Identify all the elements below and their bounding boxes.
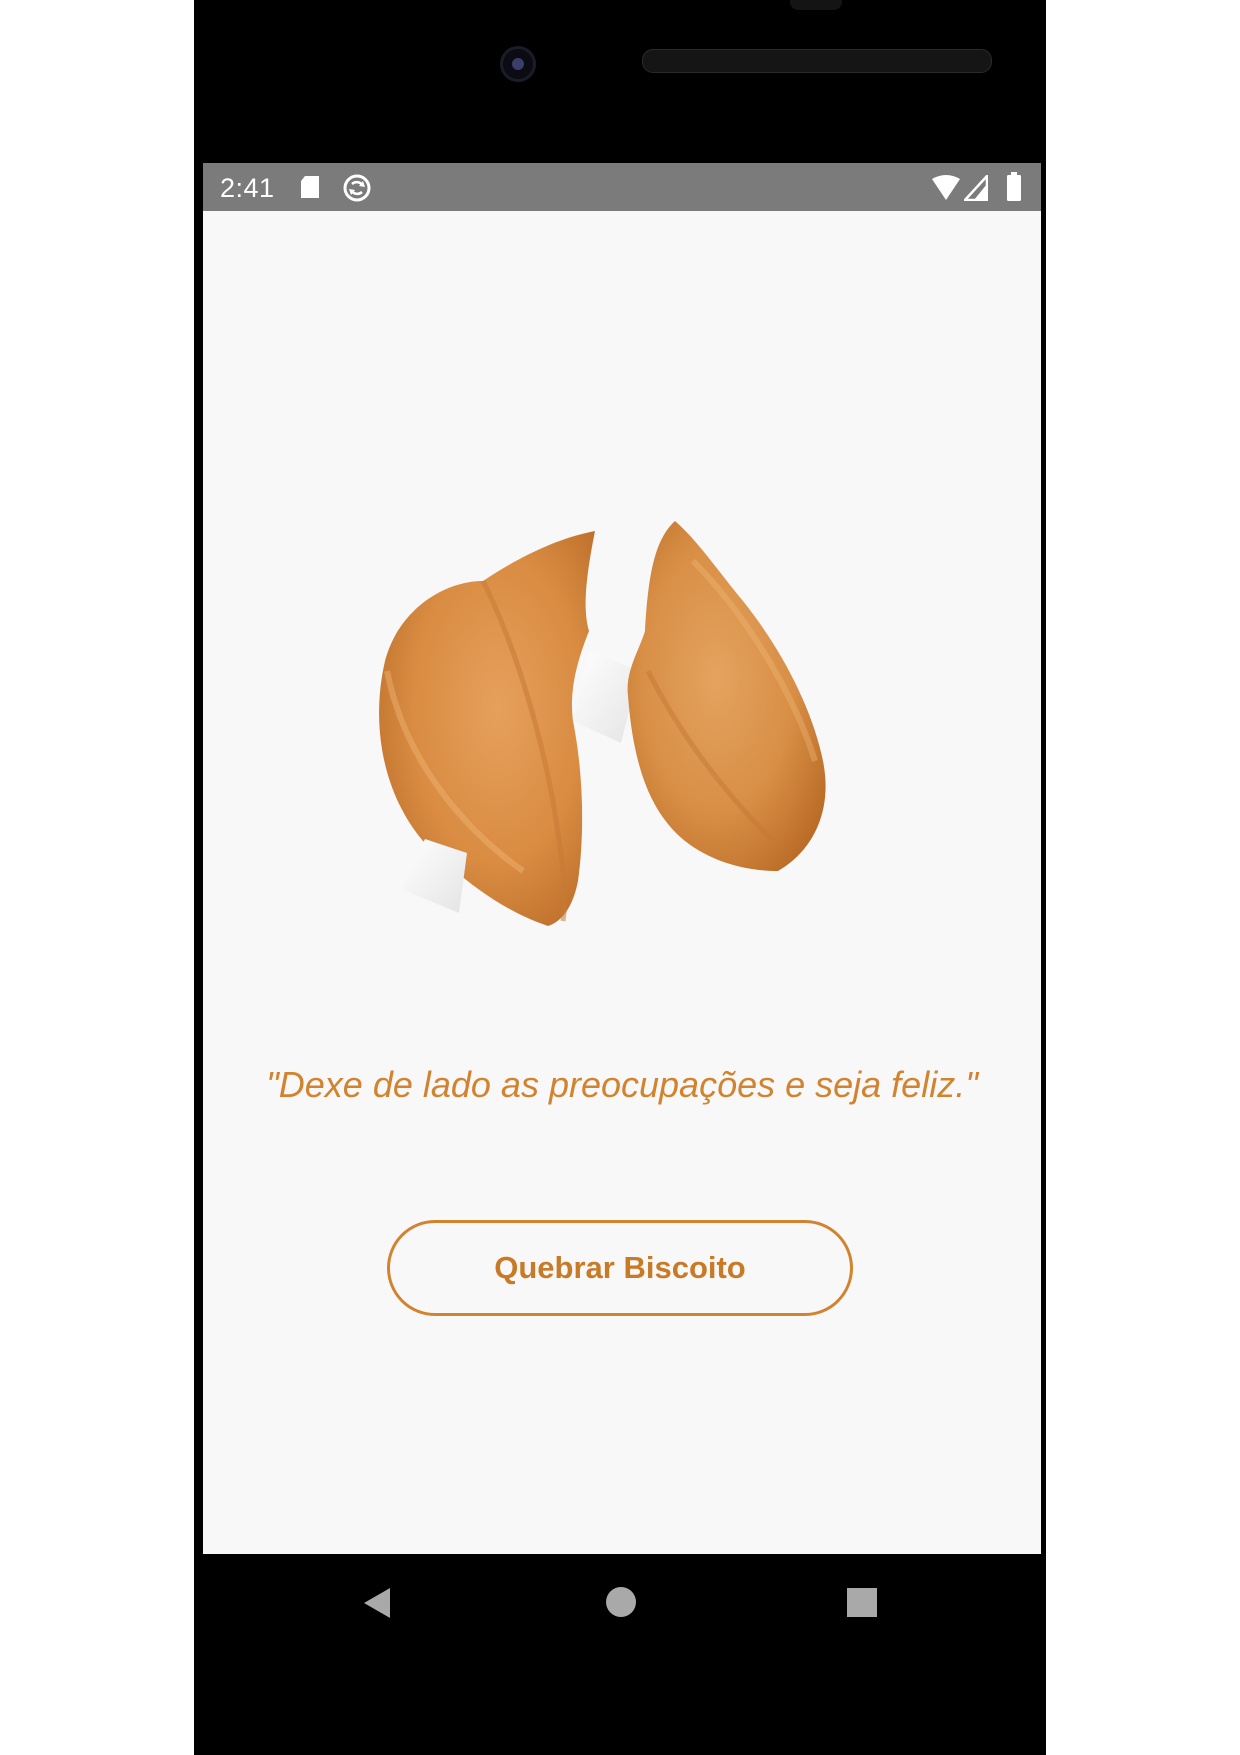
home-icon[interactable] xyxy=(606,1587,636,1617)
earpiece-speaker xyxy=(642,49,992,73)
recents-icon[interactable] xyxy=(847,1588,877,1617)
status-bar: 2:41 xyxy=(203,163,1041,211)
camera-lens xyxy=(512,58,524,70)
status-time: 2:41 xyxy=(220,173,275,203)
app-content: "Dexe de lado as preocupações e seja fel… xyxy=(203,211,1041,1554)
battery-icon xyxy=(1007,172,1021,201)
signal-icon xyxy=(964,175,988,201)
navigation-bar xyxy=(194,1554,1046,1755)
front-camera-icon xyxy=(500,46,536,82)
wifi-icon xyxy=(932,175,960,200)
fortune-cookie-image xyxy=(379,521,826,926)
phone-screen: 2:41 "Dexe de lado as preocupações e sej… xyxy=(203,163,1041,1554)
phone-notch xyxy=(790,0,842,10)
sync-icon xyxy=(343,174,371,202)
fortune-quote: "Dexe de lado as preocupações e seja fel… xyxy=(266,1064,978,1105)
page: 2:41 "Dexe de lado as preocupações e sej… xyxy=(0,0,1240,1755)
back-icon[interactable] xyxy=(362,1586,392,1620)
sd-card-icon xyxy=(301,176,319,198)
break-cookie-button[interactable]: Quebrar Biscoito xyxy=(387,1220,853,1316)
